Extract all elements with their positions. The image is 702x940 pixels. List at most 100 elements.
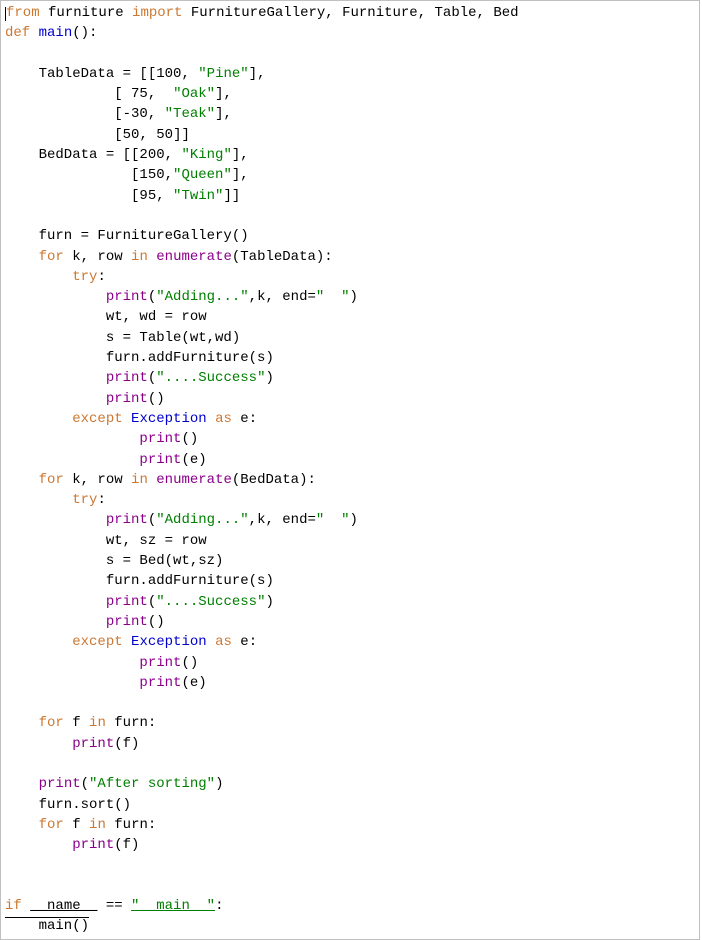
builtin-call: enumerate (148, 472, 232, 488)
code-text: [ (5, 188, 139, 204)
string: "Queen" (173, 167, 232, 183)
string: "....Success" (156, 370, 265, 386)
string: "....Success" (156, 594, 265, 610)
code-text: [ (5, 106, 123, 122)
keyword-for: for (39, 817, 64, 833)
num: 95 (139, 188, 156, 204)
colon: : (215, 898, 223, 914)
builtin-print: print (106, 614, 148, 630)
code-text: [ (5, 86, 131, 102)
indent (5, 817, 39, 833)
builtin-print: print (72, 837, 114, 853)
builtin-print: print (106, 370, 148, 386)
keyword-from: from (6, 5, 40, 21)
code-text: main() (5, 918, 89, 934)
keyword-try: try (72, 269, 97, 285)
keyword-as: as (215, 411, 232, 427)
indent (5, 837, 72, 853)
code-text: f (64, 817, 89, 833)
code-text: f (64, 715, 89, 731)
indent (5, 715, 39, 731)
indent (5, 269, 72, 285)
keyword-def: def (5, 25, 30, 41)
code-text: wt, sz = row (5, 533, 207, 549)
indent (5, 452, 139, 468)
indent (5, 614, 106, 630)
indent (5, 492, 72, 508)
string: "After sorting" (89, 776, 215, 792)
code-text: furn.addFurniture(s) (5, 573, 274, 589)
keyword-import: import (132, 5, 182, 21)
indent (5, 594, 106, 610)
code-text: ]] (173, 127, 190, 143)
paren: () (148, 391, 165, 407)
string: "Pine" (198, 66, 248, 82)
keyword-for: for (39, 249, 64, 265)
builtin-print: print (106, 289, 148, 305)
code-text: s = Table(wt,wd) (5, 330, 240, 346)
import-names: FurnitureGallery, Furniture, Table, Bed (191, 5, 519, 21)
paren: ) (265, 370, 273, 386)
exception-class: Exception (131, 411, 207, 427)
keyword-in: in (89, 715, 106, 731)
num: 100 (156, 66, 181, 82)
code-text: furn: (106, 817, 156, 833)
paren: ( (148, 289, 156, 305)
code-text: [ (5, 167, 139, 183)
builtin-print: print (72, 736, 114, 752)
indent (5, 634, 72, 650)
code-text: ,k, end= (249, 512, 316, 528)
code-text: ], (215, 86, 232, 102)
paren: (f) (114, 736, 139, 752)
keyword-except: except (72, 411, 122, 427)
code-text: furn: (106, 715, 156, 731)
num: 150 (139, 167, 164, 183)
num: 75 (131, 86, 148, 102)
code-text: , (148, 86, 173, 102)
code-text: , (165, 167, 173, 183)
keyword-in: in (131, 472, 148, 488)
string: " " (316, 289, 350, 305)
code-text: ], (232, 147, 249, 163)
code-text: ], (249, 66, 266, 82)
code-text: , (165, 147, 182, 163)
code-text: k, row (64, 472, 131, 488)
keyword-for: for (39, 472, 64, 488)
code-text: ]] (223, 188, 240, 204)
colon: : (97, 269, 105, 285)
builtin-call: enumerate (148, 249, 232, 265)
paren: () (148, 614, 165, 630)
code-text: k, row (64, 249, 131, 265)
keyword-as: as (215, 634, 232, 650)
code-text: wt, wd = row (5, 309, 207, 325)
indent (5, 655, 139, 671)
code-text: furn.addFurniture(s) (5, 350, 274, 366)
code-text: (BedData): (232, 472, 316, 488)
builtin-print: print (106, 512, 148, 528)
code-text: e: (232, 411, 257, 427)
code-editor[interactable]: from furniture import FurnitureGallery, … (0, 0, 700, 940)
code-text: == (97, 898, 131, 914)
builtin-print: print (39, 776, 81, 792)
string: "King" (181, 147, 231, 163)
keyword-in: in (131, 249, 148, 265)
keyword-in: in (89, 817, 106, 833)
num: 200 (139, 147, 164, 163)
builtin-print: print (139, 431, 181, 447)
code-text: s = Bed(wt,sz) (5, 553, 223, 569)
paren: () (181, 655, 198, 671)
string: "__main__" (131, 898, 215, 914)
code-text: (TableData): (232, 249, 333, 265)
paren: ) (265, 594, 273, 610)
paren: ( (148, 370, 156, 386)
keyword-except: except (72, 634, 122, 650)
code-text: BedData = [[ (5, 147, 139, 163)
num: -30 (123, 106, 148, 122)
code-text: , (148, 106, 165, 122)
builtin-print: print (139, 675, 181, 691)
keyword-for: for (39, 715, 64, 731)
paren: ) (350, 512, 358, 528)
sp (123, 411, 131, 427)
sp (123, 634, 131, 650)
paren: () (181, 431, 198, 447)
